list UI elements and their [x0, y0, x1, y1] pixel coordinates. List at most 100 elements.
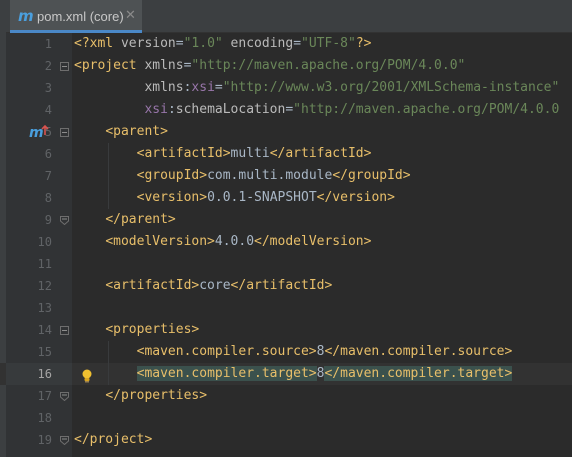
code-token: <?xml: [74, 36, 121, 51]
line-number: 7: [44, 169, 52, 183]
code-line-16[interactable]: 16 <maven.compiler.target>8</maven.compi…: [0, 363, 572, 385]
code-text: <version>0.0.1-SNAPSHOT</version>: [74, 187, 395, 209]
line-number: 12: [37, 279, 52, 293]
code-text: </parent>: [74, 209, 176, 231]
tab-pom-xml-core[interactable]: m pom.xml (core) ✕: [10, 0, 142, 33]
code-line-18[interactable]: 18: [0, 407, 572, 429]
fold-collapse-icon[interactable]: [60, 62, 69, 71]
line-number: 11: [37, 257, 52, 271]
code-token: </artifactId>: [269, 146, 372, 161]
code-line-15[interactable]: 15 <maven.compiler.source>8</maven.compi…: [0, 341, 572, 363]
indent-guide: [108, 341, 109, 385]
line-number: 8: [44, 191, 52, 205]
code-line-4[interactable]: 4 xsi:schemaLocation="http://maven.apach…: [0, 99, 572, 121]
code-token: <version>: [136, 190, 208, 205]
code-token: xmlns: [144, 58, 184, 73]
code-line-8[interactable]: 8 <version>0.0.1-SNAPSHOT</version>: [0, 187, 572, 209]
code-token: </artifactId>: [230, 278, 333, 293]
code-token: =: [175, 36, 184, 51]
indent-guide: [108, 143, 109, 209]
code-token: <maven.compiler.source>: [136, 344, 317, 359]
code-token: "http://www.w3.org/2001/XMLSchema-instan…: [222, 80, 560, 95]
code-token: 0.0.1-SNAPSHOT: [207, 190, 317, 205]
code-line-13[interactable]: 13: [0, 297, 572, 319]
code-token: <maven.compiler.target>: [136, 366, 317, 381]
code-line-1[interactable]: 1 <?xml version="1.0" encoding="UTF-8"?>: [0, 33, 572, 55]
code-line-10[interactable]: 10 <modelVersion>4.0.0</modelVersion>: [0, 231, 572, 253]
code-text: </project>: [74, 429, 152, 451]
code-line-12[interactable]: 12 <artifactId>core</artifactId>: [0, 275, 572, 297]
code-text: <properties>: [74, 319, 199, 341]
code-text: <artifactId>core</artifactId>: [74, 275, 332, 297]
maven-parent-override-icon[interactable]: m: [28, 123, 52, 141]
line-number: 19: [37, 433, 52, 447]
code-token: 4.0.0: [214, 234, 255, 249]
line-number: 6: [44, 147, 52, 161]
maven-m-icon: m: [18, 7, 34, 25]
code-token: =: [214, 80, 223, 95]
code-line-17[interactable]: 17 </properties>: [0, 385, 572, 407]
code-token: version: [120, 36, 176, 51]
code-token: <groupId>: [136, 168, 208, 183]
line-number: 16: [37, 367, 52, 381]
line-number: 2: [44, 59, 52, 73]
fold-end-icon[interactable]: [60, 216, 69, 225]
svg-text:m: m: [29, 125, 44, 141]
code-token: "http://maven.apache.org/POM/4.0.0: [293, 102, 568, 117]
code-text: <parent>: [74, 121, 168, 143]
code-token: multi: [230, 146, 270, 161]
code-text: xsi:schemaLocation="http://maven.apache.…: [74, 99, 567, 121]
code-token: =: [293, 36, 302, 51]
code-text: xmlns:xsi="http://www.w3.org/2001/XMLSch…: [74, 77, 559, 99]
code-token: core: [199, 278, 231, 293]
code-text: <maven.compiler.target>8</maven.compiler…: [74, 363, 513, 385]
code-token: <properties>: [105, 322, 200, 337]
code-token: schemaLocation: [175, 102, 286, 117]
line-number: 13: [37, 301, 52, 315]
line-number: 9: [44, 213, 52, 227]
fold-collapse-icon[interactable]: [60, 128, 69, 137]
code-line-5[interactable]: 5m <parent>: [0, 121, 572, 143]
code-token: xsi: [191, 80, 215, 95]
code-line-6[interactable]: 6 <artifactId>multi</artifactId>: [0, 143, 572, 165]
code-text: <artifactId>multi</artifactId>: [74, 143, 372, 165]
code-line-9[interactable]: 9 </parent>: [0, 209, 572, 231]
code-token: :: [167, 102, 176, 117]
code-line-11[interactable]: 11: [0, 253, 572, 275]
line-number: 18: [37, 411, 52, 425]
code-token: </parent>: [105, 212, 176, 227]
tab-label: pom.xml (core): [37, 9, 124, 24]
code-token: </maven.compiler.target>: [324, 366, 513, 381]
close-icon[interactable]: ✕: [125, 9, 136, 23]
code-text: </properties>: [74, 385, 207, 407]
code-token: </groupId>: [332, 168, 411, 183]
line-number: 3: [44, 81, 52, 95]
fold-collapse-icon[interactable]: [60, 326, 69, 335]
code-token: </version>: [316, 190, 395, 205]
code-token: </maven.compiler.source>: [324, 344, 513, 359]
code-token: "1.0": [183, 36, 223, 51]
code-token: </properties>: [105, 388, 208, 403]
code-token: =: [285, 102, 294, 117]
code-line-14[interactable]: 14 <properties>: [0, 319, 572, 341]
code-line-19[interactable]: 19 </project>: [0, 429, 572, 451]
code-line-2[interactable]: 2 <project xmlns="http://maven.apache.org…: [0, 55, 572, 77]
code-token: encoding: [222, 36, 294, 51]
code-token: "UTF-8": [301, 36, 356, 51]
code-token: xmlns: [144, 80, 184, 95]
code-line-7[interactable]: 7 <groupId>com.multi.module</groupId>: [0, 165, 572, 187]
line-number: 14: [37, 323, 52, 337]
fold-end-icon[interactable]: [60, 436, 69, 445]
code-token: com.multi.module: [207, 168, 333, 183]
code-line-3[interactable]: 3 xmlns:xsi="http://www.w3.org/2001/XMLS…: [0, 77, 572, 99]
fold-end-icon[interactable]: [60, 392, 69, 401]
